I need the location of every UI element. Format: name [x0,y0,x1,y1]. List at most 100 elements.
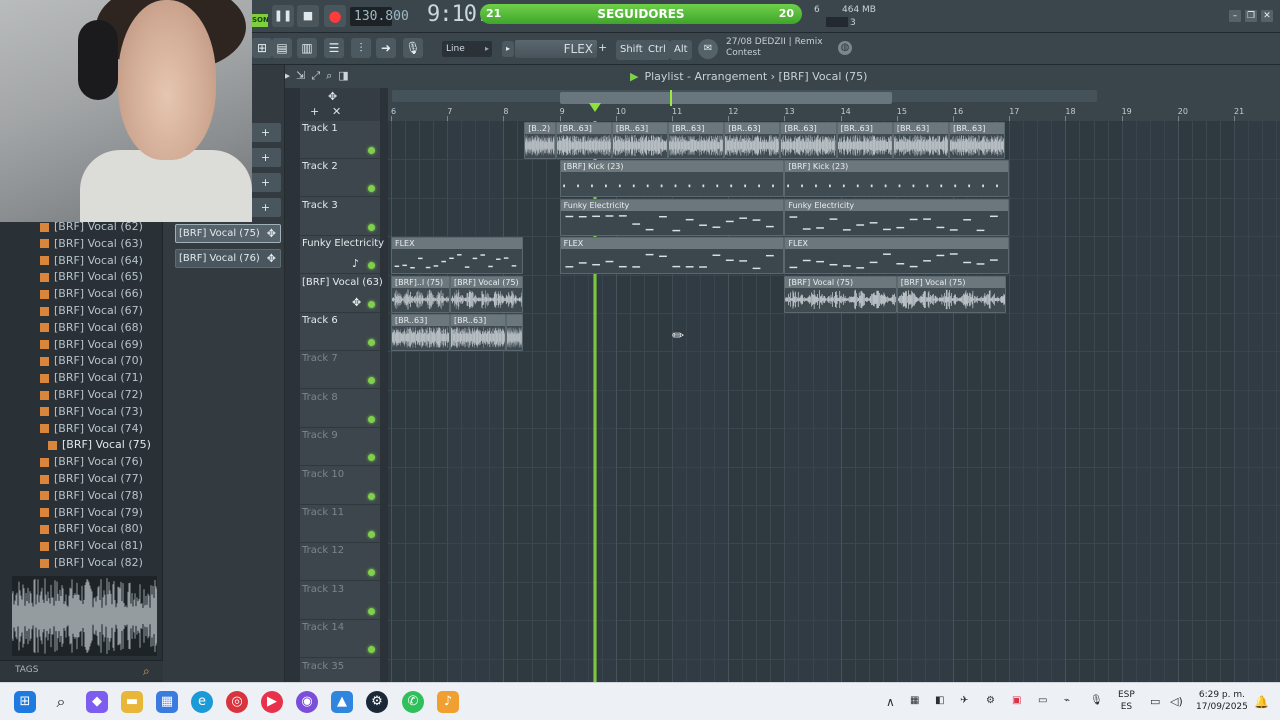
audio-clip[interactable]: [BRF] Vocal (75) [896,275,1007,313]
audio-clip[interactable]: [BRF] Vocal (75) [784,275,897,313]
audio-clip[interactable]: [BR..63] [668,122,725,159]
add-track-icon[interactable]: + [310,105,319,118]
playlist-icon[interactable]: ⊞ [252,38,272,58]
track-mute-led[interactable] [368,147,375,154]
restore-button[interactable]: ❐ [1245,10,1257,22]
ctrl-key-button[interactable]: Ctrl [644,40,670,60]
track-name[interactable]: Track 3 [302,200,338,211]
play-pattern-icon[interactable]: ▶ [630,70,638,83]
globe-icon[interactable]: ◍ [838,41,852,55]
track-header[interactable]: Track 2 [300,159,380,198]
pattern-clip[interactable]: FLEX [391,237,524,275]
track-name[interactable]: Track 6 [302,315,338,326]
tray-mic-icon[interactable]: 🎙 [1090,695,1103,706]
tray-expand-icon[interactable]: ∧ [886,695,895,709]
picker-add-icon[interactable]: + [250,198,281,217]
add-pattern-button[interactable]: + [598,41,607,54]
track-name[interactable]: Track 9 [302,430,338,441]
tray-app-icon-5[interactable]: ▭ [1038,695,1047,706]
picker-add-icon[interactable]: + [250,123,281,142]
playhead-marker[interactable] [589,103,601,112]
fl-studio-icon[interactable]: ♪ [437,691,459,713]
audio-clip[interactable]: [BR..63] [836,122,893,159]
system-clock[interactable]: 6:29 p. m. 17/09/2025 [1196,689,1248,713]
audio-clip[interactable]: [BRF]..l (75) [391,275,450,313]
music-app-icon[interactable]: ▶ [261,691,283,713]
track-mute-led[interactable] [368,569,375,577]
pattern-selector[interactable]: FLEX [515,40,597,58]
browser-item[interactable]: [BRF] Vocal (76) [40,454,143,470]
track-mute-led[interactable] [368,492,375,500]
photos-icon[interactable]: ▲ [331,691,353,713]
whatsapp-icon[interactable]: ✆ [402,691,424,713]
pause-button[interactable]: ❚❚ [272,5,294,27]
edge-icon[interactable]: e [191,691,213,713]
stop-button[interactable]: ■ [297,5,319,27]
chat-app-icon[interactable]: ◉ [296,691,318,713]
picker-add-icon[interactable]: + [250,173,281,192]
browser-item[interactable]: [BRF] Vocal (82) [40,555,143,571]
track-header[interactable]: Track 7 [300,351,380,390]
snap-select[interactable]: Line [442,41,492,57]
track-name[interactable]: Track 14 [302,622,344,633]
track-header[interactable]: Track 13 [300,582,380,620]
browser-item[interactable]: [BRF] Vocal (69) [40,337,143,353]
drag-handle-icon[interactable]: ✥ [267,225,276,242]
browser-item[interactable]: [BRF] Vocal (64) [40,253,143,269]
audio-clip[interactable] [506,314,524,351]
pattern-clip[interactable]: FLEX [559,237,785,275]
search-taskbar-icon[interactable]: ⌕ [50,691,72,713]
pattern-prev-icon[interactable]: ▸ [502,41,514,57]
picker-item[interactable]: [BRF] Vocal (76) ✥ [175,249,281,268]
tray-app-icon-1[interactable]: ▦ [910,695,919,706]
tempo-display[interactable]: 130.800 [350,7,409,26]
pattern-clip[interactable]: Funky Electricity [559,198,785,236]
track-name[interactable]: Track 12 [302,545,344,556]
pattern-clip[interactable]: Funky Electricity [784,198,1010,236]
tray-usb-icon[interactable]: ⌁ [1064,695,1070,706]
browser-item[interactable]: [BRF] Vocal (68) [40,320,143,336]
track-header[interactable]: Track 11 [300,505,380,543]
browser-item[interactable]: [BRF] Vocal (67) [40,303,143,319]
audio-clip[interactable]: [BR..63] [780,122,837,159]
audio-clip[interactable]: [BR..63] [391,314,450,351]
track-mute-led[interactable] [368,415,375,423]
audio-clip[interactable]: [BR..63] [611,122,669,159]
song-mode-button[interactable]: SONG [252,14,268,27]
mixer-icon[interactable]: ☰ [324,38,344,58]
track-header[interactable]: Track 3 [300,198,380,236]
steam-icon[interactable]: ⚙ [366,691,388,713]
pattern-clip[interactable]: [BRF] Kick (23) [784,160,1010,198]
browser-item[interactable]: [BRF] Vocal (72) [40,387,143,403]
news-ticker[interactable]: 27/08 DEDZII | Remix Contest [726,37,836,59]
audio-clip[interactable]: [BR..63] [555,122,612,159]
audio-clip[interactable]: [BR..63] [892,122,950,159]
track-mute-led[interactable] [368,262,375,270]
track-header[interactable]: Track 1 [300,121,380,159]
browser-item[interactable]: [BRF] Vocal (70) [40,353,143,369]
track-mute-led[interactable] [368,607,375,615]
file-explorer-icon[interactable]: ▬ [121,691,143,713]
audio-clip[interactable]: [BR..63] [450,314,507,351]
track-mute-led[interactable] [368,454,375,462]
move-track-icon[interactable]: ✥ [352,296,361,309]
track-name[interactable]: Track 2 [302,161,338,172]
browser-item[interactable]: [BRF] Vocal (79) [40,505,143,521]
audio-clip[interactable]: [BR..63] [949,122,1006,159]
track-mute-led[interactable] [368,185,375,193]
track-name[interactable]: Track 7 [302,353,338,364]
track-name[interactable]: Track 1 [302,123,338,134]
pattern-clip[interactable]: [BRF] Kick (23) [559,160,785,198]
track-header[interactable]: Track 8 [300,390,380,428]
track-header[interactable]: Track 10 [300,467,380,505]
pattern-clip[interactable]: FLEX [784,237,1010,275]
track-header[interactable]: Track 14 [300,620,380,659]
tray-steam-icon[interactable]: ⚙ [986,695,995,706]
tray-app-icon-4[interactable]: ▣ [1012,695,1021,706]
search-icon[interactable]: ⌕ [143,664,157,678]
network-icon[interactable]: ▭ [1150,695,1160,708]
alt-key-button[interactable]: Alt [670,40,692,60]
browser-item[interactable]: [BRF] Vocal (71) [40,370,143,386]
track-name[interactable]: [BRF] Vocal (63) [302,277,383,288]
track-name[interactable]: Track 8 [302,392,338,403]
